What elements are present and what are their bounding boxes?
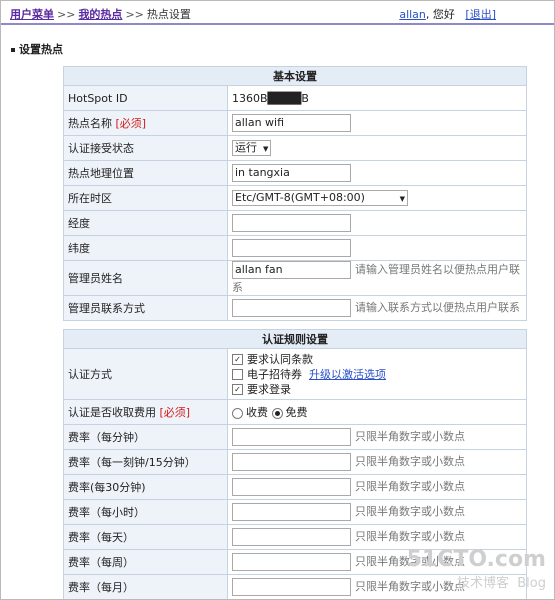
fee-charge-label: 收费 bbox=[246, 406, 268, 419]
coupon-checkbox[interactable] bbox=[232, 369, 243, 380]
auth-rules-header: 认证规则设置 bbox=[63, 329, 527, 349]
rate-month-label: 费率（每月） bbox=[63, 574, 228, 599]
rate-quarter-input[interactable] bbox=[232, 453, 351, 471]
chevron-down-icon: ▼ bbox=[263, 145, 269, 153]
rate-hour-label: 费率（每小时） bbox=[63, 499, 228, 525]
upgrade-link[interactable]: 升级以激活选项 bbox=[309, 368, 386, 381]
timezone-select[interactable]: Etc/GMT-8(GMT+08:00) ▼ bbox=[232, 190, 408, 206]
longitude-label: 经度 bbox=[63, 210, 228, 236]
timezone-value: Etc/GMT-8(GMT+08:00) bbox=[235, 191, 365, 204]
my-hotspots-link[interactable]: 我的热点 bbox=[78, 8, 122, 21]
breadcrumb: 用户菜单 >> 我的热点 >> 热点设置 bbox=[10, 6, 191, 22]
logout-link[interactable]: [退出] bbox=[465, 8, 496, 21]
rate-30min-input[interactable] bbox=[232, 478, 351, 496]
required-mark: [必须] bbox=[159, 406, 191, 419]
page-title: 设置热点 bbox=[11, 41, 63, 57]
option-terms: ✓ 要求认同条款 bbox=[232, 352, 522, 367]
timezone-label: 所在时区 bbox=[63, 185, 228, 211]
auth-status-value: 运行 bbox=[235, 141, 257, 154]
watermark-tagline-text: 技术博客 bbox=[456, 576, 509, 591]
page-frame: 用户菜单 >> 我的热点 >> 热点设置 allan, 您好 [退出] 设置热点 基本设… bbox=[0, 0, 555, 600]
location-input[interactable]: in tangxia bbox=[232, 164, 351, 182]
admin-name-label: 管理员姓名 bbox=[63, 260, 228, 296]
chevron-down-icon: ▼ bbox=[399, 195, 405, 203]
breadcrumb-separator: >> bbox=[57, 8, 76, 21]
option-coupon: 电子招待券 升级以激活选项 bbox=[232, 367, 522, 382]
user-info: allan, 您好 [退出] bbox=[399, 6, 496, 22]
rate-hint: 只限半角数字或小数点 bbox=[355, 505, 465, 518]
option-login: ✓ 要求登录 bbox=[232, 382, 522, 397]
required-mark: [必须] bbox=[115, 117, 147, 130]
fee-free-label: 免费 bbox=[285, 406, 308, 419]
rate-week-input[interactable] bbox=[232, 553, 351, 571]
rate-hint: 只限半角数字或小数点 bbox=[355, 530, 465, 543]
hotspot-name-label: 热点名称 bbox=[68, 117, 112, 130]
admin-contact-hint: 请输入联系方式以便热点用户联系 bbox=[355, 301, 520, 314]
user-menu-link[interactable]: 用户菜单 bbox=[10, 8, 54, 21]
auth-method-label: 认证方式 bbox=[63, 348, 228, 400]
breadcrumb-current: 热点设置 bbox=[146, 8, 191, 21]
rate-day-label: 费率（每天） bbox=[63, 524, 228, 550]
auth-status-select[interactable]: 运行 ▼ bbox=[232, 140, 272, 156]
terms-label: 要求认同条款 bbox=[247, 352, 313, 366]
admin-name-input[interactable]: allan fan bbox=[232, 261, 351, 279]
rate-week-label: 费率（每周） bbox=[63, 549, 228, 575]
longitude-input[interactable] bbox=[232, 214, 351, 232]
latitude-label: 纬度 bbox=[63, 235, 228, 261]
admin-contact-input[interactable] bbox=[232, 299, 351, 317]
basic-settings-table: 基本设置 HotSpot ID 1360B████B 热点名称 [必须] all… bbox=[63, 66, 527, 321]
watermark-tagline: 技术博客 Blog bbox=[407, 572, 546, 591]
basic-settings-header: 基本设置 bbox=[63, 66, 527, 86]
top-bar: 用户菜单 >> 我的热点 >> 热点设置 allan, 您好 [退出] bbox=[1, 1, 554, 25]
rate-minute-input[interactable] bbox=[232, 428, 351, 446]
watermark: 51CTO.com 技术博客 Blog bbox=[407, 547, 546, 591]
rate-hint: 只限半角数字或小数点 bbox=[355, 430, 465, 443]
rate-hint: 只限半角数字或小数点 bbox=[355, 455, 465, 468]
coupon-label: 电子招待券 bbox=[247, 367, 302, 381]
login-label: 要求登录 bbox=[247, 382, 291, 396]
username-link[interactable]: allan bbox=[399, 8, 426, 21]
rate-month-input[interactable] bbox=[232, 578, 351, 596]
latitude-input[interactable] bbox=[232, 239, 351, 257]
watermark-blog-text: Blog bbox=[517, 576, 546, 591]
hotspot-name-label-cell: 热点名称 [必须] bbox=[63, 110, 228, 136]
rate-quarter-label: 费率（每一刻钟/15分钟） bbox=[63, 449, 228, 475]
login-checkbox[interactable]: ✓ bbox=[232, 384, 243, 395]
breadcrumb-separator: >> bbox=[125, 8, 144, 21]
fee-free-radio[interactable] bbox=[271, 407, 283, 419]
admin-contact-label: 管理员联系方式 bbox=[63, 295, 228, 321]
hotspot-id-value: 1360B████B bbox=[227, 85, 527, 111]
terms-checkbox[interactable]: ✓ bbox=[232, 354, 243, 365]
rate-30min-label: 费率(每30分钟) bbox=[63, 474, 228, 500]
hotspot-name-input[interactable]: allan wifi bbox=[232, 114, 351, 132]
auth-status-label: 认证接受状态 bbox=[63, 135, 228, 161]
rate-minute-label: 费率（每分钟） bbox=[63, 424, 228, 450]
rate-day-input[interactable] bbox=[232, 528, 351, 546]
rate-hour-input[interactable] bbox=[232, 503, 351, 521]
greeting-text: , 您好 bbox=[425, 8, 455, 21]
hotspot-id-label: HotSpot ID bbox=[63, 85, 228, 111]
fee-charge-radio[interactable] bbox=[232, 407, 243, 419]
rate-hint: 只限半角数字或小数点 bbox=[355, 480, 465, 493]
fee-label: 认证是否收取费用 bbox=[68, 406, 156, 419]
location-label: 热点地理位置 bbox=[63, 160, 228, 186]
watermark-site: 51CTO.com bbox=[406, 547, 546, 572]
fee-label-cell: 认证是否收取费用 [必须] bbox=[63, 399, 228, 425]
